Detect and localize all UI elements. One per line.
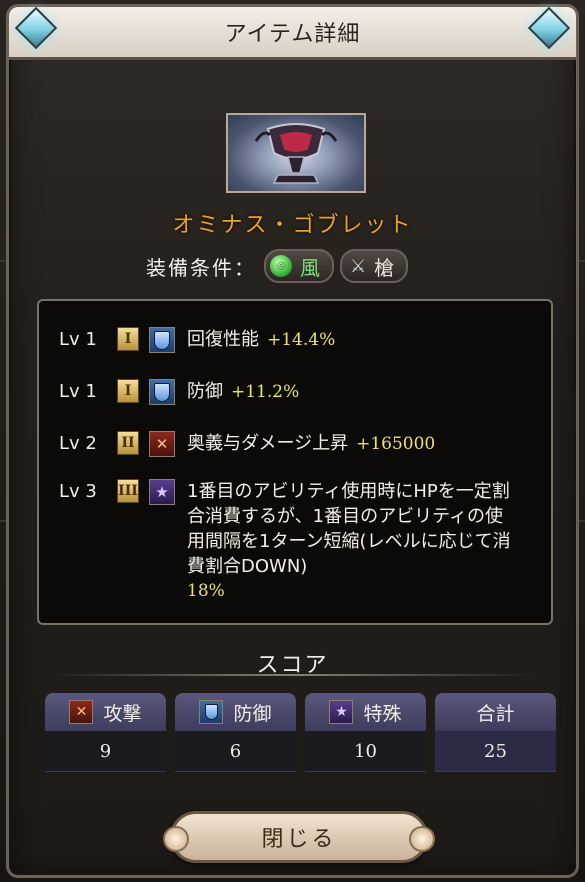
rank-badge: III	[117, 479, 139, 503]
score-value: 25	[435, 731, 556, 772]
skill-value: +11.2%	[231, 382, 300, 402]
special-star-icon: ★	[329, 700, 354, 724]
score-value: 10	[305, 731, 426, 772]
dialog-title-bar: アイテム詳細	[9, 7, 576, 60]
skill-value: +165000	[356, 434, 436, 454]
score-label: 合計	[476, 702, 515, 725]
score-column-special: ★ 特殊 10	[305, 693, 426, 772]
score-label: 特殊	[363, 702, 402, 725]
defense-shield-icon	[149, 379, 175, 405]
close-button-label: 閉じる	[261, 827, 337, 852]
score-table: ✕ 攻撃 9 防御 6 ★ 特殊 10 合計 25	[45, 693, 557, 772]
defense-shield-icon	[149, 327, 175, 353]
button-ornament-icon	[409, 826, 435, 852]
score-column-total: 合計 25	[435, 693, 556, 772]
special-star-icon: ★	[149, 479, 175, 505]
score-value: 6	[175, 731, 296, 772]
skill-row: Lv 2 II ✕ 奥義与ダメージ上昇 +165000	[59, 431, 435, 457]
rank-badge: II	[117, 431, 139, 455]
close-button[interactable]: 閉じる	[163, 811, 435, 863]
skill-name: 回復性能	[187, 329, 259, 350]
weapon-type-label: 槍	[374, 255, 395, 280]
skills-panel: Lv 1 I 回復性能 +14.4% Lv 1 I 防御 +11.2% Lv 2 I…	[37, 299, 553, 625]
score-value: 9	[45, 731, 166, 772]
weapon-spear-badge: ⚔ 槍	[340, 249, 409, 283]
rank-badge: I	[117, 327, 139, 351]
element-label: 風	[300, 255, 320, 280]
item-detail-dialog: アイテム詳細 オミナス・ゴブレット 装備条件： ⌾ 風 ⚔ 槍 Lv 1 I 回…	[6, 4, 579, 878]
skill-level: Lv 1	[59, 381, 97, 402]
score-divider	[49, 674, 536, 676]
score-label: 攻撃	[103, 702, 142, 725]
spear-icon: ⚔	[350, 255, 367, 277]
score-column-defense: 防御 6	[175, 693, 296, 772]
score-label: 防御	[233, 702, 272, 725]
wind-element-icon: ⌾	[270, 255, 292, 277]
equip-conditions: 装備条件： ⌾ 風 ⚔ 槍	[146, 249, 409, 283]
skill-level: Lv 2	[59, 433, 97, 454]
defense-shield-icon	[199, 700, 224, 724]
skill-row: Lv 1 I 回復性能 +14.4%	[59, 327, 335, 353]
attack-swords-icon: ✕	[69, 700, 94, 724]
dialog-title: アイテム詳細	[224, 22, 361, 47]
equip-label: 装備条件：	[146, 255, 256, 280]
attack-swords-icon: ✕	[149, 431, 175, 457]
skill-value: +14.4%	[267, 330, 336, 350]
score-column-attack: ✕ 攻撃 9	[45, 693, 166, 772]
item-name: オミナス・ゴブレット	[172, 213, 413, 238]
skill-row: Lv 3 III ★ 1番目のアビリティ使用時にHPを一定割合消費するが、1番目…	[59, 479, 517, 604]
skill-level: Lv 3	[59, 481, 97, 502]
skill-value: 18%	[187, 581, 225, 601]
skill-name: 奥義与ダメージ上昇	[187, 433, 349, 454]
button-ornament-icon	[163, 826, 189, 852]
skill-row: Lv 1 I 防御 +11.2%	[59, 379, 299, 405]
skill-name: 防御	[187, 381, 223, 402]
element-wind-badge: ⌾ 風	[264, 249, 334, 283]
goblet-icon	[226, 113, 366, 193]
skill-level: Lv 1	[59, 329, 97, 350]
rank-badge: I	[117, 379, 139, 403]
skill-description: 1番目のアビリティ使用時にHPを一定割合消費するが、1番目のアビリティの使用間隔…	[187, 481, 511, 577]
